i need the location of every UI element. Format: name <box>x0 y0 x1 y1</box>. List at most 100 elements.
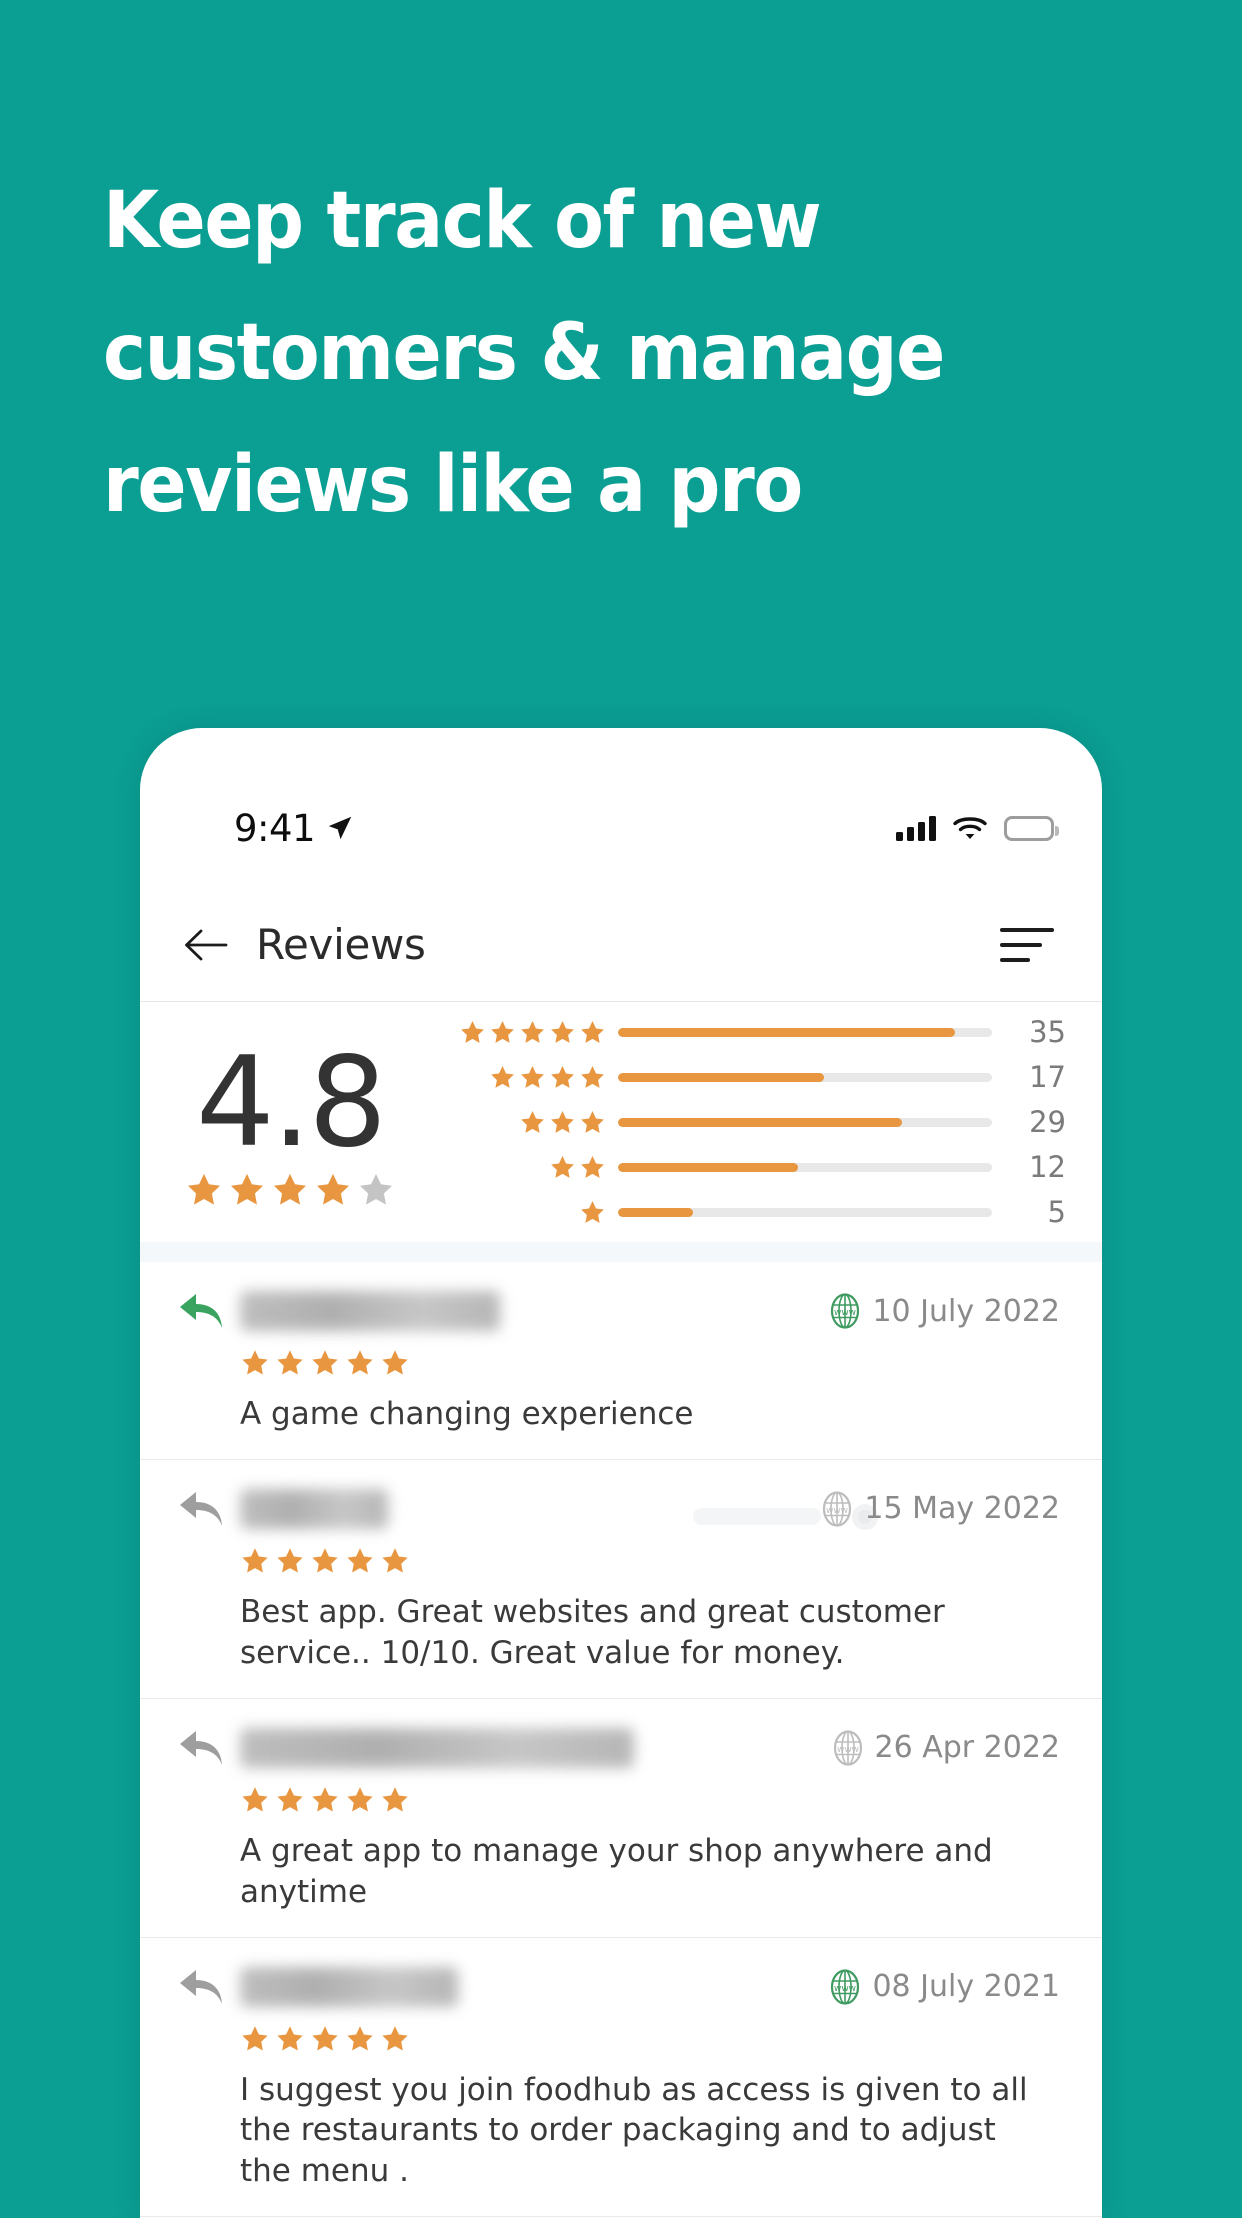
back-arrow-icon <box>185 929 228 960</box>
star-icon <box>581 1065 604 1088</box>
filter-lines-icon[interactable] <box>1000 918 1060 972</box>
hero-line-2: customers & manage <box>103 308 945 398</box>
review-header: www 26 Apr 2022 <box>176 1725 1060 1771</box>
star-icon <box>551 1020 574 1043</box>
reply-arrow-icon[interactable] <box>176 1725 226 1771</box>
review-source-and-date: www 26 Apr 2022 <box>831 1729 1060 1767</box>
star-icon <box>347 1548 373 1573</box>
review-header: www 10 July 2022 <box>176 1288 1060 1334</box>
star-icon <box>242 1786 268 1812</box>
section-divider-band <box>140 1242 1102 1262</box>
review-item[interactable]: www 08 July 2021 I suggest you join foodhu… <box>140 1938 1102 2218</box>
back-button[interactable] <box>176 915 236 975</box>
svg-text:www: www <box>826 1506 848 1516</box>
star-icon <box>382 1786 408 1812</box>
overall-score-stars <box>140 1171 440 1209</box>
overall-score-value: 4.8 <box>195 1031 387 1175</box>
rating-bar-stars <box>440 1064 618 1091</box>
www-globe-icon: www <box>823 1491 852 1527</box>
review-reply-button[interactable] <box>176 1964 230 2010</box>
star-icon <box>551 1065 574 1088</box>
star-icon <box>521 1065 544 1088</box>
wifi-icon <box>953 816 987 839</box>
review-item[interactable]: www 15 May 2022 Best app. Great websites a… <box>140 1460 1102 1699</box>
rating-bar-count: 17 <box>1029 1060 1066 1094</box>
battery-full-icon <box>1004 815 1059 841</box>
status-bar: 9:41 <box>140 798 1102 858</box>
star-icon <box>382 1350 408 1375</box>
rating-bar-row[interactable]: 17 <box>440 1055 1066 1100</box>
www-globe-icon: www <box>831 1293 860 1329</box>
star-icon <box>581 1110 604 1133</box>
rating-bar-row[interactable]: 29 <box>440 1100 1066 1145</box>
rating-bar-count: 12 <box>1029 1150 1066 1184</box>
rating-distribution: 35 17 29 12 5 <box>440 1010 1072 1235</box>
rating-summary: 4.8 35 17 29 12 5 <box>140 1002 1102 1242</box>
overall-score-block: 4.8 <box>140 1035 440 1209</box>
rating-bar-stars <box>440 1199 618 1226</box>
review-reply-button[interactable] <box>176 1486 230 1532</box>
reply-arrow-icon[interactable] <box>176 1486 226 1532</box>
rating-bar-row[interactable]: 5 <box>440 1190 1066 1235</box>
hero-line-1: Keep track of new <box>103 176 822 266</box>
reviewer-name <box>240 1291 828 1331</box>
review-item[interactable]: www 26 Apr 2022 A great app to manage your… <box>140 1699 1102 1938</box>
review-reply-button[interactable] <box>176 1725 230 1771</box>
star-icon <box>277 2025 303 2051</box>
rating-bar-row[interactable]: 12 <box>440 1145 1066 1190</box>
star-icon <box>581 1020 604 1043</box>
rating-bar-count: 5 <box>1047 1195 1066 1229</box>
rating-bar-track <box>618 1207 992 1217</box>
review-date: 10 July 2022 <box>872 1293 1060 1329</box>
star-icon <box>360 1173 392 1205</box>
reply-arrow-icon[interactable] <box>176 1288 226 1334</box>
phone-mockup: 9:41 Reviews 4.8 35 17 29 12 5 www 10 Ju… <box>140 728 1102 2218</box>
hero-heading: Keep track of new customers & manage rev… <box>103 155 1103 551</box>
review-date: 08 July 2021 <box>872 1969 1060 2005</box>
star-icon <box>277 1548 303 1573</box>
rating-bar-track <box>618 1072 992 1082</box>
star-icon <box>277 1786 303 1812</box>
star-icon <box>312 1548 338 1573</box>
star-icon <box>521 1020 544 1043</box>
star-icon <box>188 1173 220 1205</box>
star-icon <box>274 1173 306 1205</box>
rating-bar-count: 35 <box>1029 1015 1066 1049</box>
review-text: Best app. Great websites and great custo… <box>240 1593 945 1671</box>
rating-bar-stars <box>440 1019 618 1046</box>
star-icon <box>521 1110 544 1133</box>
star-icon <box>461 1020 484 1043</box>
review-header: www 08 July 2021 <box>176 1964 1060 2010</box>
star-icon <box>382 2025 408 2051</box>
reviewer-name <box>240 1488 820 1529</box>
star-icon <box>551 1110 574 1133</box>
review-stars <box>240 1546 1060 1576</box>
rating-bar-fill <box>618 1117 903 1127</box>
star-icon <box>277 1350 303 1375</box>
rating-bar-count: 29 <box>1029 1105 1066 1139</box>
rating-bar-fill <box>618 1207 693 1217</box>
star-icon <box>347 1786 373 1812</box>
review-source-and-date: www 08 July 2021 <box>828 1968 1060 2006</box>
rating-bar-fill <box>618 1072 824 1082</box>
star-icon <box>581 1155 604 1178</box>
review-date: 15 May 2022 <box>864 1491 1060 1527</box>
location-arrow-icon <box>328 816 352 840</box>
rating-bar-track <box>618 1162 992 1172</box>
star-icon <box>242 1350 268 1375</box>
review-text: A great app to manage your shop anywhere… <box>240 1832 993 1910</box>
www-globe-icon: www <box>833 1730 862 1766</box>
filter-line-3 <box>1000 957 1030 962</box>
star-icon <box>347 2025 373 2051</box>
reviewer-name <box>240 1727 831 1768</box>
review-list: www 10 July 2022 A game changing experienc… <box>140 1262 1102 2218</box>
review-item[interactable]: www 10 July 2022 A game changing experienc… <box>140 1262 1102 1460</box>
reply-arrow-icon[interactable] <box>176 1964 226 2010</box>
review-reply-button[interactable] <box>176 1288 230 1334</box>
svg-text:www: www <box>836 1745 858 1755</box>
app-header: Reviews <box>140 888 1102 1002</box>
star-icon <box>312 1786 338 1812</box>
svg-text:www: www <box>834 1984 856 1994</box>
svg-text:www: www <box>834 1308 856 1318</box>
rating-bar-row[interactable]: 35 <box>440 1010 1066 1055</box>
